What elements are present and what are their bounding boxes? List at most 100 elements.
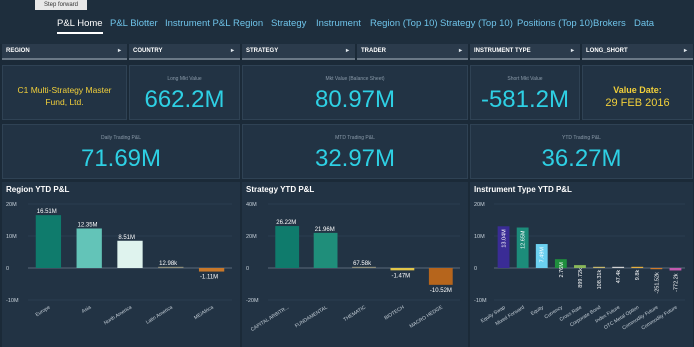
data-label: 12.35M	[78, 222, 98, 228]
kpi-label: Long Mkt Value	[167, 76, 202, 82]
strategy-ytd-pl-chart: Strategy YTD P&L 40M 20M 0 -20M 26.22M CAPITA…	[242, 182, 468, 347]
tab-data[interactable]: Data	[634, 16, 654, 38]
data-label: 47.4k	[616, 270, 622, 284]
data-label: 899.72k	[578, 268, 584, 288]
bar	[428, 268, 453, 285]
filter-label: LONG_SHORT	[586, 48, 628, 54]
bar	[352, 266, 376, 268]
tab-region[interactable]: Region	[233, 16, 263, 38]
bar	[669, 268, 682, 271]
short-market-value-card: Short Mkt Value -581.2M	[470, 65, 580, 120]
chart-title: Strategy YTD P&L	[246, 185, 315, 194]
filter-trader[interactable]: TRADER ▸	[357, 44, 468, 60]
data-label: 108.31k	[597, 270, 603, 290]
kpi-value: -581.2M	[480, 86, 570, 113]
data-label: 26.22M	[276, 220, 296, 226]
tab-region-top10[interactable]: Region (Top 10)	[370, 16, 438, 38]
kpi-value: 80.97M	[314, 86, 396, 113]
bar	[574, 265, 586, 268]
filter-label: STRATEGY	[246, 48, 279, 54]
kpi-label: Daily Trading P&L	[100, 135, 142, 141]
x-tick-label: ME/Africa	[193, 304, 215, 321]
tab-instrument[interactable]: Instrument	[316, 16, 361, 38]
kpi-label: YTD Trading P&L	[562, 135, 601, 141]
fund-name: C1 Multi-Strategy Master Fund, Ltd.	[17, 85, 112, 107]
tab-brokers[interactable]: Brokers	[593, 16, 626, 38]
bar	[198, 268, 225, 272]
data-label: 21.96M	[315, 227, 335, 233]
data-label: -1.47M	[391, 273, 410, 279]
data-label: -1.11M	[200, 275, 218, 281]
filter-region[interactable]: REGION ▸	[2, 44, 127, 60]
tab-strategy-top10[interactable]: Strategy (Top 10)	[440, 16, 513, 38]
region-chart-svg: 20M 10M 0 -10M 16.51M Europe 12.35M Asia 8.51M No…	[6, 202, 232, 326]
y-tick-label: 0	[6, 266, 9, 272]
y-tick-label: 20M	[246, 234, 257, 240]
instrument-chart-svg: 20M10M0-10M13.04MEquity Swap12.65MMixed …	[474, 202, 685, 331]
fund-name-card: C1 Multi-Strategy Master Fund, Ltd.	[2, 65, 127, 120]
y-tick-label: 10M	[474, 234, 485, 240]
tab-pl-home[interactable]: P&L Home	[57, 16, 103, 38]
tab-pl-blotter[interactable]: P&L Blotter	[110, 16, 158, 38]
y-tick-label: 20M	[6, 202, 17, 208]
tab-strategy[interactable]: Strategy	[271, 16, 306, 38]
kpi-value: 71.69M	[80, 145, 162, 172]
caret-right-icon: ▸	[683, 48, 687, 54]
market-value-card: Mkt Value (Balance Sheet) 80.97M	[242, 65, 468, 120]
filter-long-short[interactable]: LONG_SHORT ▸	[582, 44, 693, 60]
x-tick-label: BIOTECH	[383, 304, 405, 321]
chart-title: Region YTD P&L	[6, 185, 70, 194]
caret-right-icon: ▸	[230, 48, 234, 54]
bar	[117, 240, 143, 268]
kpi-label: Short Mkt Value	[507, 76, 543, 82]
filter-label: REGION	[6, 48, 30, 54]
top-navigation: P&L Home P&L Blotter Instrument P&L Regi…	[0, 0, 694, 44]
x-tick-label: Commodity Future	[640, 304, 678, 331]
data-label: 9.8k	[635, 270, 641, 281]
x-tick-label: Europe	[35, 304, 52, 318]
caret-right-icon: ▸	[570, 48, 574, 54]
bar	[313, 232, 338, 268]
bar	[158, 266, 184, 268]
value-date-label: Value Date:	[613, 85, 662, 95]
filter-label: INSTRUMENT TYPE	[474, 48, 531, 54]
x-tick-label: MACRO HEDGE	[409, 304, 445, 329]
bar	[35, 215, 62, 268]
filter-label: COUNTRY	[133, 48, 163, 54]
strategy-chart-svg: 40M 20M 0 -20M 26.22M CAPITAL ARBITR... 21.96M…	[246, 202, 460, 333]
y-tick-label: 20M	[474, 202, 485, 208]
x-tick-label: CAPITAL ARBITR...	[250, 305, 290, 333]
filter-label: TRADER	[361, 48, 386, 54]
filter-bar: REGION ▸ COUNTRY ▸ STRATEGY ▸ TRADER ▸ INSTR…	[0, 44, 694, 60]
filter-instrument-type[interactable]: INSTRUMENT TYPE ▸	[470, 44, 580, 60]
bar	[612, 266, 625, 268]
caret-right-icon: ▸	[458, 48, 462, 54]
kpi-label: Mkt Value (Balance Sheet)	[325, 76, 385, 82]
daily-trading-pl-card: Daily Trading P&L 71.69M	[2, 124, 240, 179]
y-tick-label: 0	[474, 266, 477, 272]
tab-instrument-pl[interactable]: Instrument P&L	[165, 16, 230, 38]
bar	[593, 266, 605, 268]
kpi-label: MTD Trading P&L	[335, 135, 375, 141]
x-tick-label: Latin America	[145, 304, 174, 325]
data-label: -251.52k	[654, 272, 660, 294]
data-label: 16.51M	[37, 209, 57, 215]
filter-country[interactable]: COUNTRY ▸	[129, 44, 240, 60]
mtd-trading-pl-card: MTD Trading P&L 32.97M	[242, 124, 468, 179]
chart-title: Instrument Type YTD P&L	[474, 185, 572, 194]
data-label: 67.58k	[353, 261, 372, 267]
y-tick-label: 0	[246, 266, 249, 272]
data-label: 2.76M	[559, 262, 565, 278]
ytd-trading-pl-card: YTD Trading P&L 36.27M	[470, 124, 693, 179]
filter-strategy[interactable]: STRATEGY ▸	[242, 44, 355, 60]
value-date-card: Value Date: 29 FEB 2016	[582, 65, 693, 120]
y-tick-label: -10M	[6, 298, 19, 304]
step-forward-button[interactable]: Step forward	[35, 0, 87, 10]
bar	[390, 268, 415, 271]
instrument-type-ytd-pl-chart: Instrument Type YTD P&L 20M 10M 0 -10M 13.04…	[470, 182, 693, 347]
data-label: 8.51M	[118, 235, 135, 241]
y-tick-label: 40M	[246, 202, 257, 208]
tab-positions-top10[interactable]: Positions (Top 10)	[517, 16, 593, 38]
data-label: 7.49M	[540, 247, 546, 263]
data-label: 13.04M	[502, 229, 508, 248]
